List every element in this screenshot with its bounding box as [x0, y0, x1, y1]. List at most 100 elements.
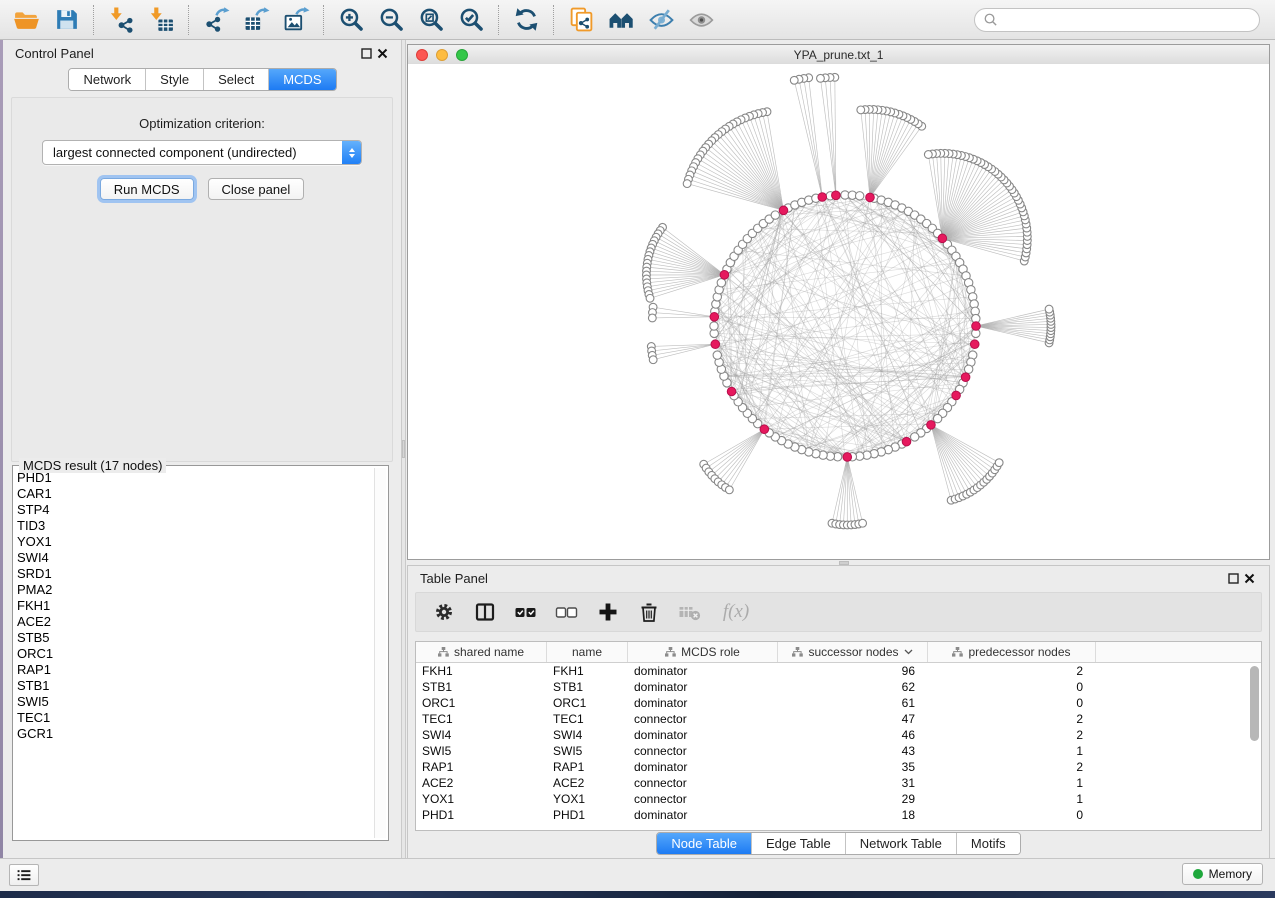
mcds-result-item[interactable]: SWI4 [17, 550, 372, 566]
mcds-result-item[interactable]: PMA2 [17, 582, 372, 598]
delete-columns-button[interactable] [637, 600, 661, 624]
table-cell[interactable]: 35 [778, 759, 928, 775]
zoom-out-button[interactable] [371, 2, 411, 38]
table-cell[interactable]: 1 [928, 791, 1096, 807]
table-cell[interactable]: FKH1 [547, 663, 628, 679]
table-cell[interactable]: 31 [778, 775, 928, 791]
splitter-handle[interactable] [402, 440, 405, 458]
mcds-result-item[interactable]: STB1 [17, 678, 372, 694]
table-cell[interactable]: dominator [628, 679, 778, 695]
table-row[interactable]: ORC1ORC1dominator610 [416, 695, 1261, 711]
close-table-panel-icon[interactable] [1241, 571, 1257, 587]
table-cell[interactable]: connector [628, 791, 778, 807]
table-cell[interactable]: 1 [928, 743, 1096, 759]
create-column-button[interactable] [596, 600, 620, 624]
run-mcds-button[interactable]: Run MCDS [100, 178, 194, 200]
table-cell[interactable]: ACE2 [416, 775, 547, 791]
mcds-result-item[interactable]: RAP1 [17, 662, 372, 678]
search-input[interactable] [974, 8, 1260, 32]
scrollbar-thumb[interactable] [1250, 666, 1259, 741]
table-cell[interactable]: 18 [778, 807, 928, 823]
table-cell[interactable]: SWI4 [547, 727, 628, 743]
tab-network[interactable]: Network [69, 69, 145, 90]
table-cell[interactable]: 43 [778, 743, 928, 759]
table-cell[interactable]: connector [628, 775, 778, 791]
tab-network-table[interactable]: Network Table [845, 833, 956, 854]
network-canvas[interactable] [408, 64, 1269, 559]
column-header-shared-name[interactable]: shared name [416, 642, 547, 662]
show-columns-button[interactable] [473, 600, 497, 624]
table-row[interactable]: SWI5SWI5connector431 [416, 743, 1261, 759]
table-cell[interactable]: 47 [778, 711, 928, 727]
column-header-name[interactable]: name [547, 642, 628, 662]
table-cell[interactable]: dominator [628, 663, 778, 679]
float-table-panel-icon[interactable] [1225, 571, 1241, 587]
tab-style[interactable]: Style [145, 69, 203, 90]
table-cell[interactable]: dominator [628, 695, 778, 711]
show-all-button[interactable] [681, 2, 721, 38]
table-row[interactable]: PHD1PHD1dominator180 [416, 807, 1261, 823]
table-cell[interactable]: dominator [628, 759, 778, 775]
column-header-predecessor-nodes[interactable]: predecessor nodes [928, 642, 1096, 662]
import-table-button[interactable] [141, 2, 181, 38]
table-cell[interactable]: 61 [778, 695, 928, 711]
mcds-result-item[interactable]: PHD1 [17, 470, 372, 486]
tab-node-table[interactable]: Node Table [657, 833, 751, 854]
mcds-result-item[interactable]: STP4 [17, 502, 372, 518]
hide-selected-button[interactable] [641, 2, 681, 38]
table-cell[interactable]: dominator [628, 807, 778, 823]
mcds-result-item[interactable]: TID3 [17, 518, 372, 534]
table-row[interactable]: ACE2ACE2connector311 [416, 775, 1261, 791]
table-row[interactable]: TEC1TEC1connector472 [416, 711, 1261, 727]
table-cell[interactable]: TEC1 [547, 711, 628, 727]
table-cell[interactable]: dominator [628, 727, 778, 743]
export-image-button[interactable] [276, 2, 316, 38]
mcds-result-item[interactable]: SRD1 [17, 566, 372, 582]
table-cell[interactable]: YOX1 [416, 791, 547, 807]
zoom-selected-button[interactable] [451, 2, 491, 38]
table-cell[interactable]: ORC1 [416, 695, 547, 711]
mcds-result-item[interactable]: STB5 [17, 630, 372, 646]
table-cell[interactable]: 2 [928, 759, 1096, 775]
table-cell[interactable]: RAP1 [547, 759, 628, 775]
table-cell[interactable]: RAP1 [416, 759, 547, 775]
column-header-MCDS-role[interactable]: MCDS role [628, 642, 778, 662]
export-table-button[interactable] [236, 2, 276, 38]
table-cell[interactable]: connector [628, 711, 778, 727]
tab-mcds[interactable]: MCDS [268, 69, 335, 90]
float-panel-icon[interactable] [358, 45, 374, 61]
mcds-result-item[interactable]: SWI5 [17, 694, 372, 710]
table-row[interactable]: FKH1FKH1dominator962 [416, 663, 1261, 679]
optimization-criterion-select[interactable]: largest connected component (undirected) [42, 140, 362, 165]
table-cell[interactable]: 46 [778, 727, 928, 743]
mcds-result-item[interactable]: ACE2 [17, 614, 372, 630]
table-cell[interactable]: STB1 [416, 679, 547, 695]
table-cell[interactable]: 2 [928, 663, 1096, 679]
open-session-button[interactable] [6, 2, 46, 38]
mcds-list-scrollbar[interactable] [374, 468, 386, 838]
table-mode-button[interactable] [432, 600, 456, 624]
deselect-all-rows-button[interactable] [555, 600, 579, 624]
table-cell[interactable]: PHD1 [547, 807, 628, 823]
table-scrollbar[interactable] [1250, 665, 1259, 827]
zoom-in-button[interactable] [331, 2, 371, 38]
mcds-result-item[interactable]: TEC1 [17, 710, 372, 726]
table-row[interactable]: RAP1RAP1dominator352 [416, 759, 1261, 775]
table-cell[interactable]: 29 [778, 791, 928, 807]
export-network-button[interactable] [196, 2, 236, 38]
table-cell[interactable]: SWI4 [416, 727, 547, 743]
tab-motifs[interactable]: Motifs [956, 833, 1020, 854]
show-task-history-button[interactable] [9, 864, 39, 886]
table-cell[interactable]: 2 [928, 727, 1096, 743]
table-cell[interactable]: FKH1 [416, 663, 547, 679]
new-network-from-selection-button[interactable] [561, 2, 601, 38]
table-row[interactable]: YOX1YOX1connector291 [416, 791, 1261, 807]
mcds-result-item[interactable]: GCR1 [17, 726, 372, 742]
tab-edge-table[interactable]: Edge Table [751, 833, 845, 854]
mcds-result-item[interactable]: ORC1 [17, 646, 372, 662]
table-cell[interactable]: ORC1 [547, 695, 628, 711]
table-cell[interactable]: 0 [928, 807, 1096, 823]
memory-button[interactable]: Memory [1182, 863, 1263, 885]
table-cell[interactable]: TEC1 [416, 711, 547, 727]
table-cell[interactable]: 1 [928, 775, 1096, 791]
